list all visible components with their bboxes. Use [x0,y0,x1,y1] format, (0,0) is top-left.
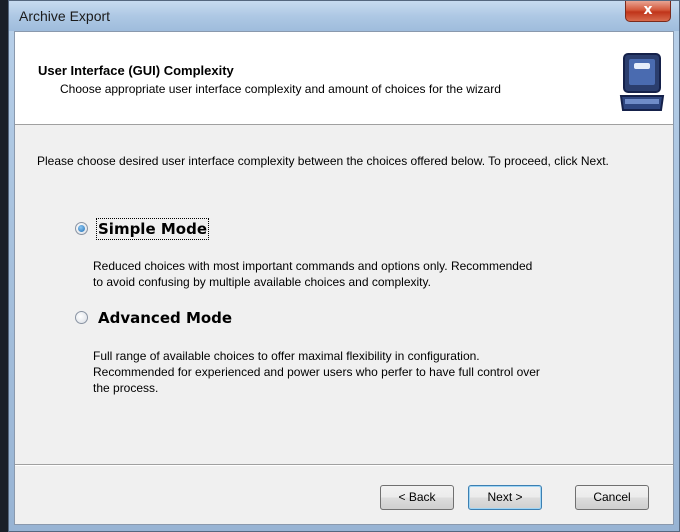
back-button[interactable]: < Back [380,485,454,510]
simple-desc-line: Reduced choices with most important comm… [93,259,533,273]
advanced-desc-line: Full range of available choices to offer… [93,349,480,363]
wizard-client-area: User Interface (GUI) Complexity Choose a… [14,31,674,525]
advanced-desc-line: Recommended for experienced and power us… [93,365,540,379]
next-button[interactable]: Next > [468,485,542,510]
cancel-button[interactable]: Cancel [575,485,649,510]
close-button[interactable]: x [625,1,671,22]
intro-text: Please choose desired user interface com… [37,154,609,168]
simple-mode-label[interactable]: Simple Mode [96,218,209,240]
header-title: User Interface (GUI) Complexity [38,63,234,78]
briefcase-icon [619,53,665,111]
header-subtitle: Choose appropriate user interface comple… [60,82,501,96]
wizard-header: User Interface (GUI) Complexity Choose a… [15,32,673,125]
simple-desc-line: to avoid confusing by multiple available… [93,275,431,289]
advanced-desc-line: the process. [93,381,159,395]
footer-divider [15,464,673,466]
advanced-mode-label[interactable]: Advanced Mode [98,309,232,327]
simple-mode-radio[interactable] [75,222,88,235]
advanced-mode-radio[interactable] [75,311,88,324]
window-title: Archive Export [19,8,111,24]
archive-export-window: Archive Export x User Interface (GUI) Co… [8,0,680,532]
advanced-mode-description: Full range of available choices to offer… [93,348,653,396]
simple-mode-description: Reduced choices with most important comm… [93,258,653,290]
title-bar[interactable]: Archive Export x [9,1,679,31]
close-icon: x [643,2,653,18]
